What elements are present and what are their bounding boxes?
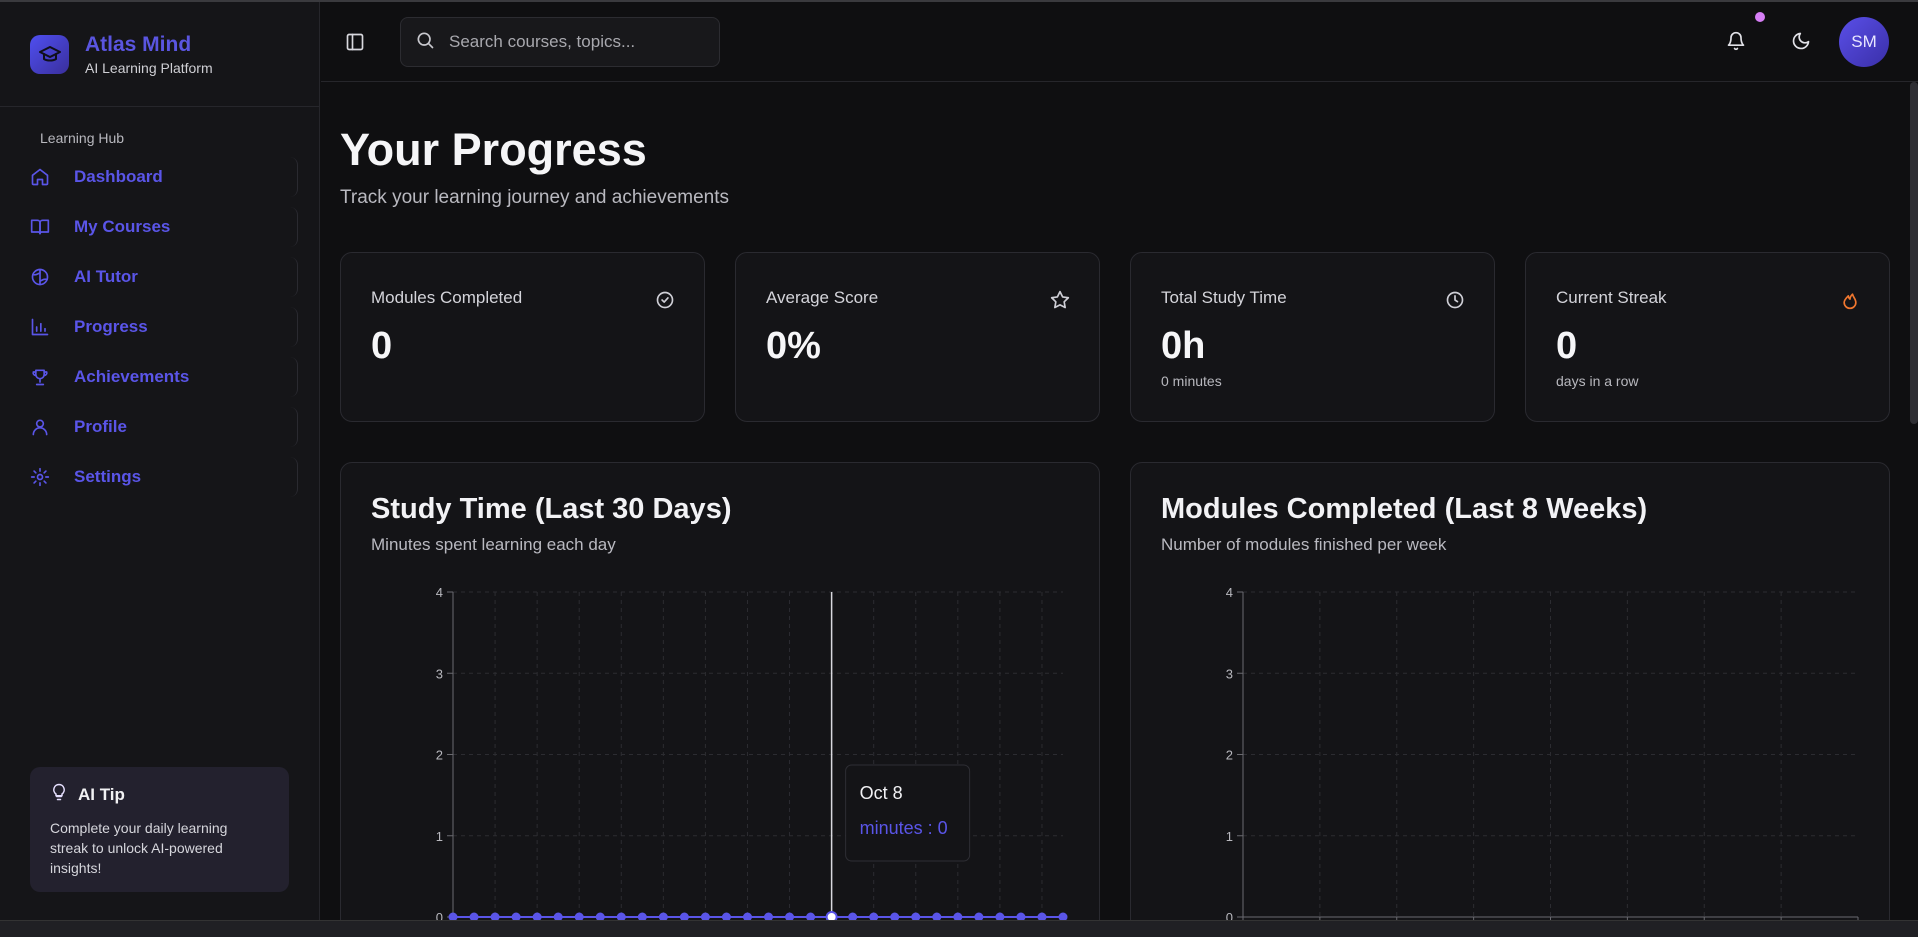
- stat-card-modules-completed: Modules Completed 0: [340, 252, 705, 422]
- sidebar-item-my-courses[interactable]: My Courses: [20, 207, 298, 247]
- book-icon: [20, 207, 60, 247]
- modules-completed-bar-chart[interactable]: 01234: [1131, 463, 1890, 932]
- stat-card-total-study-time: Total Study Time 0h 0 minutes: [1130, 252, 1495, 422]
- moon-icon: [1791, 31, 1811, 56]
- clock-icon: [1444, 289, 1466, 311]
- y-tick-label: 4: [1226, 585, 1233, 600]
- sidebar-item-label: Profile: [74, 417, 127, 436]
- avatar[interactable]: SM: [1839, 17, 1889, 67]
- stat-card-current-streak: Current Streak 0 days in a row: [1525, 252, 1890, 422]
- sidebar-item-achievements[interactable]: Achievements: [20, 357, 298, 397]
- stat-card-average-score: Average Score 0%: [735, 252, 1100, 422]
- sidebar-item-label: Settings: [74, 467, 142, 486]
- sidebar-item-dashboard[interactable]: Dashboard: [20, 157, 298, 197]
- ai-tip-body: Complete your daily learning streak to u…: [50, 820, 228, 876]
- os-taskbar: [0, 920, 1918, 937]
- sidebar-item-profile[interactable]: Profile: [20, 407, 298, 447]
- search-box[interactable]: [400, 17, 720, 67]
- trophy-icon: [20, 357, 60, 397]
- stat-value: 0%: [766, 325, 821, 367]
- sidebar-item-label: AI Tutor: [74, 267, 138, 286]
- page-title: Your Progress: [340, 124, 647, 175]
- flame-icon: [1839, 289, 1861, 311]
- y-tick-label: 1: [436, 829, 443, 844]
- sidebar-item-settings[interactable]: Settings: [20, 457, 298, 497]
- y-tick-label: 2: [436, 748, 443, 763]
- stat-note: days in a row: [1556, 373, 1639, 389]
- y-tick-label: 2: [1226, 748, 1233, 763]
- graduation-cap-icon: [30, 34, 69, 74]
- study-time-line-chart[interactable]: 01234Oct 8minutes : 0: [341, 463, 1100, 932]
- stat-value: 0: [371, 325, 393, 367]
- sidebar-divider: [0, 106, 320, 107]
- brain-icon: [20, 257, 60, 297]
- star-icon: [1049, 289, 1071, 311]
- sidebar-item-label: My Courses: [74, 217, 171, 236]
- stat-label: Modules Completed: [371, 288, 523, 307]
- home-icon: [20, 157, 60, 197]
- scrollbar[interactable]: [1910, 82, 1918, 424]
- tooltip-value: minutes : 0: [860, 818, 948, 838]
- search-input[interactable]: [449, 32, 699, 52]
- sidebar-item-label: Achievements: [74, 367, 190, 386]
- y-tick-label: 1: [1226, 829, 1233, 844]
- study-time-chart-card: Study Time (Last 30 Days) Minutes spent …: [340, 462, 1100, 932]
- stat-label: Average Score: [766, 288, 879, 307]
- check-circle-icon: [654, 289, 676, 311]
- stat-label: Total Study Time: [1161, 288, 1287, 307]
- sidebar-item-label: Progress: [74, 317, 148, 336]
- sidebar-item-ai-tutor[interactable]: AI Tutor: [20, 257, 298, 297]
- stat-value: 0: [1556, 325, 1578, 367]
- modules-completed-chart-card: Modules Completed (Last 8 Weeks) Number …: [1130, 462, 1890, 932]
- stat-note: 0 minutes: [1161, 373, 1222, 389]
- y-tick-label: 3: [436, 666, 443, 681]
- brand[interactable]: Atlas Mind AI Learning Platform: [30, 32, 213, 76]
- bar-chart-icon: [20, 307, 60, 347]
- sidebar: Atlas Mind AI Learning Platform Learning…: [0, 2, 320, 920]
- bell-icon: [1726, 31, 1746, 56]
- sidebar-item-label: Dashboard: [74, 167, 163, 186]
- sidebar-nav: Dashboard My Courses AI Tutor Progress A…: [20, 157, 298, 507]
- sidebar-toggle-button[interactable]: [341, 30, 369, 58]
- page-subtitle: Track your learning journey and achievem…: [340, 187, 729, 208]
- lightbulb-icon: [50, 783, 68, 806]
- stat-label: Current Streak: [1556, 288, 1667, 307]
- search-icon: [415, 30, 435, 55]
- panel-left-icon: [345, 32, 365, 57]
- ai-tip-title: AI Tip: [78, 784, 125, 804]
- stat-value: 0h: [1161, 325, 1206, 367]
- ai-tip-card: AI Tip Complete your daily learning stre…: [30, 767, 289, 892]
- gear-icon: [20, 457, 60, 497]
- top-header: SM: [321, 2, 1918, 82]
- user-icon: [20, 407, 60, 447]
- tooltip-label: Oct 8: [860, 783, 903, 803]
- y-tick-label: 3: [1226, 666, 1233, 681]
- theme-toggle-button[interactable]: [1786, 28, 1816, 58]
- y-tick-label: 4: [436, 585, 443, 600]
- tooltip-box: [845, 764, 971, 862]
- notification-dot: [1755, 12, 1765, 22]
- notifications-button[interactable]: [1721, 28, 1751, 58]
- brand-subtitle: AI Learning Platform: [85, 60, 213, 76]
- sidebar-item-progress[interactable]: Progress: [20, 307, 298, 347]
- brand-title: Atlas Mind: [85, 33, 192, 56]
- sidebar-section-label: Learning Hub: [40, 130, 125, 146]
